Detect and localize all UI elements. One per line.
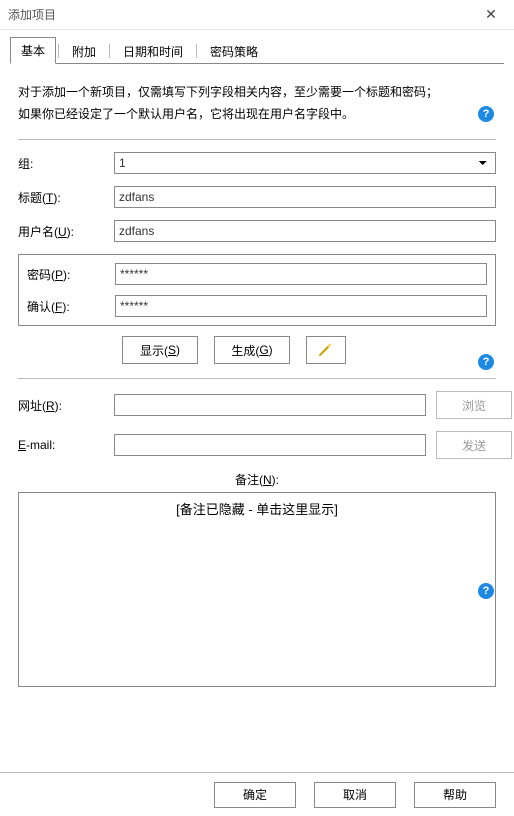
intro-text: 对于添加一个新项目，仅需填写下列字段相关内容，至少需要一个标题和密码； 如果你已… bbox=[18, 82, 496, 125]
username-input[interactable] bbox=[114, 220, 496, 242]
row-email: E-mail: 发送 bbox=[18, 431, 496, 459]
tab-separator bbox=[58, 44, 59, 58]
tab-basic[interactable]: 基本 bbox=[10, 37, 56, 64]
label-confirm: 确认(F): bbox=[27, 298, 115, 315]
label-username: 用户名(U): bbox=[18, 223, 114, 240]
label-url: 网址(R): bbox=[18, 397, 114, 414]
tab-separator bbox=[196, 44, 197, 58]
ok-button[interactable]: 确定 bbox=[214, 782, 296, 808]
label-group: 组: bbox=[18, 155, 114, 172]
email-input[interactable] bbox=[114, 434, 426, 456]
show-password-button[interactable]: 显示(S) bbox=[122, 336, 198, 364]
generate-password-button[interactable]: 生成(G) bbox=[214, 336, 290, 364]
wand-icon bbox=[318, 341, 334, 360]
intro-line1: 对于添加一个新项目，仅需填写下列字段相关内容，至少需要一个标题和密码； bbox=[18, 85, 438, 99]
tab-extra[interactable]: 附加 bbox=[61, 38, 107, 64]
group-select[interactable]: 1 bbox=[114, 152, 496, 174]
password-buttons: 显示(S) 生成(G) bbox=[122, 336, 496, 364]
confirm-input[interactable] bbox=[115, 295, 487, 317]
tab-policy[interactable]: 密码策略 bbox=[199, 38, 269, 64]
notes-area[interactable]: [备注已隐藏 - 单击这里显示] bbox=[18, 492, 496, 687]
url-input[interactable] bbox=[114, 394, 426, 416]
window-title: 添加项目 bbox=[8, 6, 56, 23]
divider bbox=[18, 139, 496, 140]
label-email: E-mail: bbox=[18, 438, 114, 452]
label-password: 密码(P): bbox=[27, 266, 115, 283]
password-group: 密码(P): 确认(F): bbox=[18, 254, 496, 326]
divider bbox=[18, 378, 496, 379]
send-button[interactable]: 发送 bbox=[436, 431, 512, 459]
row-password: 密码(P): bbox=[27, 263, 487, 285]
label-title: 标题(T): bbox=[18, 189, 114, 206]
help-icon[interactable]: ? bbox=[478, 106, 494, 122]
row-url: 网址(R): 浏览 bbox=[18, 391, 496, 419]
title-input[interactable] bbox=[114, 186, 496, 208]
password-input[interactable] bbox=[115, 263, 487, 285]
intro-line2: 如果你已经设定了一个默认用户名，它将出现在用户名字段中。 bbox=[18, 107, 354, 121]
help-button[interactable]: 帮助 bbox=[414, 782, 496, 808]
browse-button[interactable]: 浏览 bbox=[436, 391, 512, 419]
wand-button[interactable] bbox=[306, 336, 346, 364]
row-confirm: 确认(F): bbox=[27, 295, 487, 317]
tab-separator bbox=[109, 44, 110, 58]
tab-content: 对于添加一个新项目，仅需填写下列字段相关内容，至少需要一个标题和密码； 如果你已… bbox=[0, 64, 514, 687]
help-icon[interactable]: ? bbox=[478, 583, 494, 599]
titlebar: 添加项目 ✕ bbox=[0, 0, 514, 30]
dialog-button-bar: 确定 取消 帮助 bbox=[0, 772, 514, 816]
close-icon[interactable]: ✕ bbox=[476, 6, 506, 23]
tab-datetime[interactable]: 日期和时间 bbox=[112, 38, 194, 64]
cancel-button[interactable]: 取消 bbox=[314, 782, 396, 808]
row-group: 组: 1 bbox=[18, 152, 496, 174]
tab-bar: 基本 附加 日期和时间 密码策略 bbox=[10, 38, 504, 64]
dialog-body: 基本 附加 日期和时间 密码策略 对于添加一个新项目，仅需填写下列字段相关内容，… bbox=[0, 38, 514, 687]
help-icon[interactable]: ? bbox=[478, 354, 494, 370]
row-username: 用户名(U): bbox=[18, 220, 496, 242]
label-notes: 备注(N): bbox=[18, 471, 496, 488]
row-title: 标题(T): bbox=[18, 186, 496, 208]
